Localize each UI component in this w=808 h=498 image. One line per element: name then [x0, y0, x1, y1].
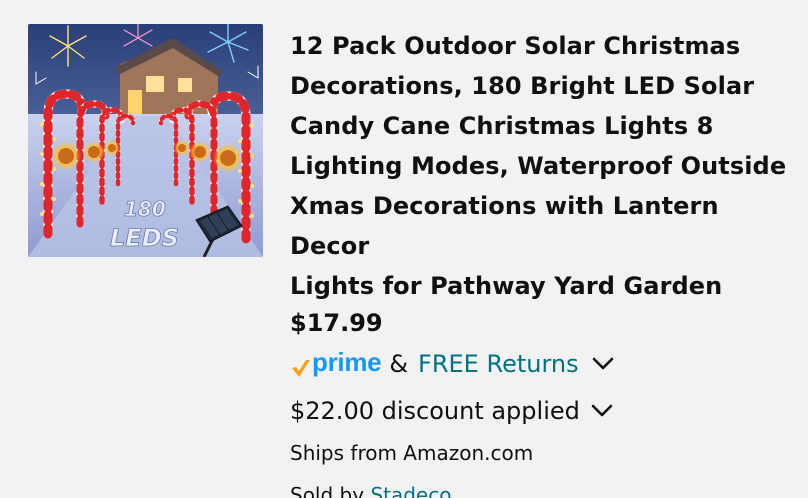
overlay-leds-text: LEDS	[110, 224, 179, 252]
discount-text: $22.00 discount applied	[290, 397, 580, 425]
chevron-down-icon[interactable]	[591, 356, 615, 372]
sold-by-row: Sold by Stadeco	[290, 475, 790, 498]
sold-by-label: Sold by	[290, 483, 365, 498]
prime-badge: prime	[290, 347, 382, 379]
chevron-down-icon[interactable]	[590, 403, 614, 419]
seller-link[interactable]: Stadeco	[370, 483, 451, 498]
product-image-graphic: 180 LEDS	[28, 24, 263, 257]
product-price: $17.99	[290, 309, 383, 337]
product-title-line: Xmas Decorations with Lantern Decor	[290, 192, 719, 260]
product-title-line: Lights for Pathway Yard Garden	[290, 272, 723, 300]
ships-from-text: Ships from Amazon.com	[290, 441, 534, 465]
product-title-link[interactable]: 12 Pack Outdoor Solar Christmas Decorati…	[290, 26, 790, 306]
product-card[interactable]: 180 LEDS 12 Pack Outdoor Solar Christmas…	[0, 0, 808, 498]
prime-delivery-row: prime & FREE Returns	[290, 343, 790, 385]
discount-row: $22.00 discount applied	[290, 391, 790, 431]
product-title-line: Candy Cane Christmas Lights 8	[290, 112, 714, 140]
checkmark-icon	[292, 360, 310, 377]
product-title-line: 12 Pack Outdoor Solar Christmas	[290, 32, 741, 60]
product-title-line: Lighting Modes, Waterproof Outside	[290, 152, 787, 180]
prime-label: prime	[312, 347, 382, 377]
ampersand-text: &	[389, 350, 409, 378]
product-title-line: Decorations, 180 Bright LED Solar	[290, 72, 755, 100]
product-info: 12 Pack Outdoor Solar Christmas Decorati…	[290, 26, 790, 498]
overlay-count-text: 180	[124, 197, 166, 221]
free-returns-link[interactable]: FREE Returns	[418, 350, 579, 378]
product-image[interactable]: 180 LEDS	[28, 24, 263, 257]
